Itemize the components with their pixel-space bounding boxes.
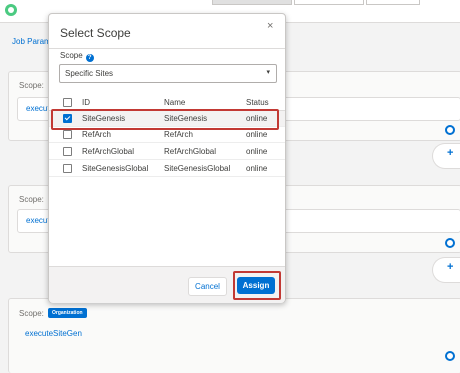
- row-checkbox[interactable]: [63, 114, 72, 123]
- close-icon[interactable]: ×: [267, 20, 273, 32]
- scope-label: Scope:: [19, 309, 44, 318]
- table-header: ID Name Status: [49, 97, 285, 111]
- table-row[interactable]: SiteGenesis SiteGenesis online: [49, 111, 285, 127]
- app-logo-icon[interactable]: [5, 4, 17, 16]
- site-id: RefArchGlobal: [82, 147, 135, 156]
- scope-input-value: execut: [26, 216, 50, 225]
- organization-badge: Organization: [48, 308, 87, 318]
- modal-footer: Cancel Assign: [49, 266, 285, 303]
- select-scope-modal: Select Scope × Scope? Specific Sites ▾ I…: [48, 13, 286, 303]
- plus-icon: +: [447, 147, 454, 159]
- row-checkbox[interactable]: [63, 147, 72, 156]
- chevron-down-icon: ▾: [266, 69, 270, 76]
- scope-input[interactable]: executeSiteGen: [17, 323, 460, 345]
- table-row[interactable]: RefArchGlobal RefArchGlobal online: [49, 144, 285, 160]
- add-step-button[interactable]: +: [432, 143, 460, 169]
- scope-label: Scope:: [19, 81, 44, 90]
- scope-select[interactable]: Specific Sites ▾: [59, 64, 277, 83]
- site-status: online: [246, 147, 268, 156]
- divider: [49, 48, 285, 49]
- scope-select-value: Specific Sites: [65, 69, 114, 78]
- top-tab[interactable]: [212, 0, 292, 5]
- table-row[interactable]: RefArch RefArch online: [49, 127, 285, 143]
- help-icon[interactable]: ?: [85, 54, 94, 62]
- select-all-checkbox[interactable]: [63, 98, 72, 107]
- modal-title: Select Scope: [60, 26, 131, 40]
- scope-field-label: Scope?: [60, 51, 94, 62]
- add-circle-icon[interactable]: [445, 125, 455, 135]
- scope-label: Scope:: [19, 195, 44, 204]
- cancel-button[interactable]: Cancel: [188, 277, 227, 296]
- assign-button[interactable]: Assign: [237, 277, 275, 294]
- row-checkbox[interactable]: [63, 130, 72, 139]
- add-circle-icon[interactable]: [445, 238, 455, 248]
- add-circle-icon[interactable]: [445, 351, 455, 361]
- site-status: online: [246, 114, 268, 123]
- site-status: online: [246, 130, 268, 139]
- column-header-id[interactable]: ID: [82, 98, 90, 107]
- site-name: SiteGenesisGlobal: [164, 164, 231, 173]
- row-checkbox[interactable]: [63, 164, 72, 173]
- add-step-button[interactable]: +: [432, 257, 460, 283]
- table-row[interactable]: SiteGenesisGlobal SiteGenesisGlobal onli…: [49, 161, 285, 177]
- scope-input-value: executeSiteGen: [25, 329, 82, 338]
- site-status: online: [246, 164, 268, 173]
- site-name: SiteGenesis: [164, 114, 208, 123]
- scope-field-label-text: Scope: [60, 51, 83, 60]
- site-id: SiteGenesisGlobal: [82, 164, 149, 173]
- column-header-name[interactable]: Name: [164, 98, 185, 107]
- site-name: RefArch: [164, 130, 193, 139]
- site-id: SiteGenesis: [82, 114, 126, 123]
- plus-icon: +: [447, 261, 454, 273]
- site-name: RefArchGlobal: [164, 147, 217, 156]
- site-id: RefArch: [82, 130, 111, 139]
- job-parameters-link[interactable]: Job Param: [12, 37, 51, 46]
- top-tab[interactable]: [366, 0, 420, 5]
- top-tab[interactable]: [294, 0, 364, 5]
- column-header-status[interactable]: Status: [246, 98, 269, 107]
